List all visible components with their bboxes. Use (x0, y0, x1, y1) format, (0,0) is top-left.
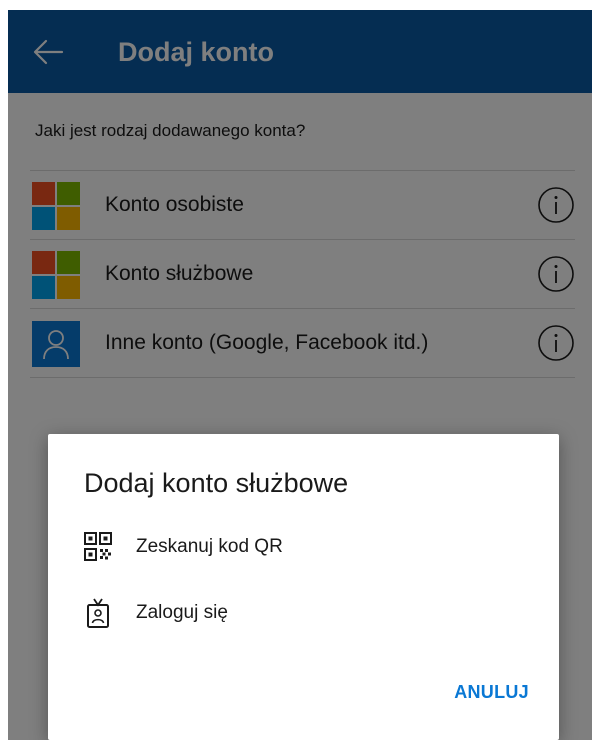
qr-code-icon (84, 532, 112, 562)
badge-icon (84, 598, 112, 628)
cancel-button[interactable]: ANULUJ (454, 682, 529, 703)
dialog-title: Dodaj konto służbowe (84, 468, 349, 498)
scan-qr-label: Zeskanuj kod QR (136, 536, 283, 557)
sign-in-label: Zaloguj się (136, 602, 228, 623)
screen: Dodaj konto Jaki jest rodzaj dodawanego … (0, 0, 592, 740)
scan-qr-option[interactable]: Zeskanuj kod QR (78, 524, 518, 568)
sign-in-option[interactable]: Zaloguj się (78, 590, 518, 634)
add-work-account-dialog: Dodaj konto służbowe Zeskanuj kod QR Zal… (48, 434, 559, 740)
app-window: Dodaj konto Jaki jest rodzaj dodawanego … (8, 10, 592, 740)
